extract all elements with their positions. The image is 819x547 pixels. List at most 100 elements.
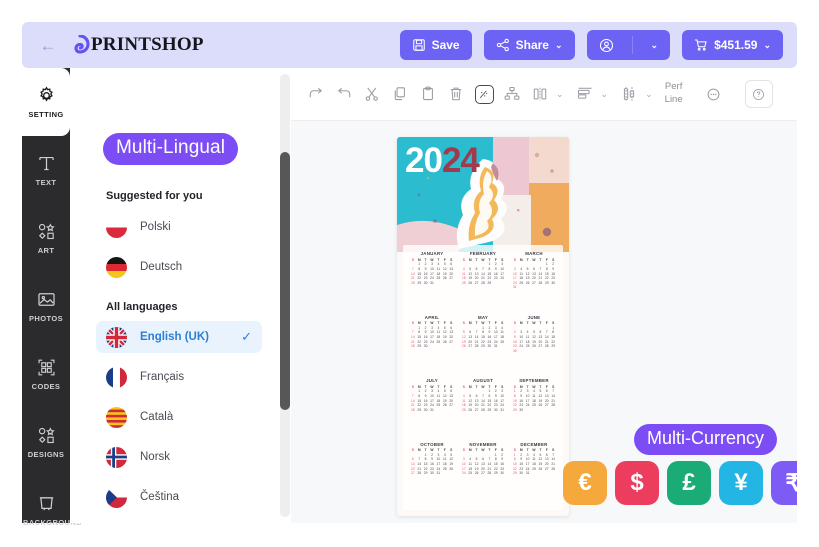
- panel-scrollbar[interactable]: [280, 74, 290, 517]
- list-item-english-uk[interactable]: English (UK) ✓: [96, 321, 262, 353]
- calendar-month: JUNE S M T W T F S 1 2 3 4 5 6 7 8 9 10 11 12 13 14 15 16 17 18 19…: [509, 315, 559, 378]
- gear-icon: [36, 85, 57, 106]
- list-item-norsk[interactable]: Norsk: [96, 441, 262, 473]
- chevron-down-icon[interactable]: ⌄: [555, 89, 570, 100]
- calendar-month: FEBRUARY S M T W T F S 1 2 3 4 5 6 7 8 9 10 11 12 13 14 15 16 17…: [458, 251, 508, 314]
- list-item[interactable]: Deutsch: [96, 251, 262, 283]
- calendar-month-name: SEPTEMBER: [519, 378, 549, 383]
- list-item-catala[interactable]: Català: [96, 401, 262, 433]
- chevron-down-icon[interactable]: ⌄: [600, 89, 615, 100]
- chevron-down-icon[interactable]: ⌄: [644, 89, 659, 100]
- crop-fill-icon-wrap[interactable]: [471, 79, 497, 109]
- perf-line-label-2: Line: [664, 94, 683, 105]
- list-item-label: Polski: [140, 221, 171, 233]
- calendar-month-table: S M T W T F S 1 2 3 4 5 6 7 8 9 10 11 12 13 14 15 16 17 18 19 20 21…: [410, 257, 453, 285]
- group-icon[interactable]: [499, 79, 525, 109]
- scissors-icon[interactable]: [359, 79, 385, 109]
- user-circle-icon[interactable]: [587, 30, 626, 60]
- calendar-month-name: DECEMBER: [520, 441, 548, 447]
- calendar-month-name: NOVEMBER: [469, 441, 497, 447]
- sidebar-item-codes[interactable]: CODES: [22, 340, 70, 408]
- share-label: Share: [515, 38, 549, 52]
- calendar-month: APRIL S M T W T F S 1 2 3 4 5 6 7 8 9 10 11 12 13 14 15 16 17 18 1…: [407, 315, 457, 378]
- sidebar-item-photos[interactable]: PHOTOS: [22, 272, 70, 340]
- printshop-editor: ← PRINTSHOP Save Share ⌄ ⌄ $451.59 ⌄ SET…: [0, 0, 819, 547]
- image-icon: [36, 289, 57, 310]
- share-button[interactable]: Share ⌄: [483, 30, 575, 60]
- account-button[interactable]: ⌄: [586, 30, 671, 60]
- calendar-month-table: S M T W T F S 1 2 3 4 5 6 7 8 9 10 11 12 13 14 15 16 17 18 19 20 21…: [461, 448, 504, 476]
- all-language-list: English (UK) ✓ Français Català Norsk Češ…: [96, 321, 262, 513]
- help-circle-icon[interactable]: [744, 80, 773, 108]
- list-item[interactable]: Polski: [96, 211, 262, 243]
- editor-toolbar: ⌄ ⌄ ⌄ Perf Line: [291, 68, 797, 121]
- align-distribute-icon[interactable]: [572, 79, 598, 109]
- flag-czech-icon: [106, 486, 127, 508]
- paste-icon[interactable]: [415, 79, 441, 109]
- save-label: Save: [431, 38, 460, 52]
- scrollbar-thumb[interactable]: [280, 152, 290, 410]
- calendar-month-table: S M T W T F S 1 2 3 4 5 6 7 8 9 10 11 12 13 14 15 16 17 18 19 20 21…: [410, 384, 453, 412]
- align-horizontal-icon[interactable]: [527, 79, 553, 109]
- calendar-poster[interactable]: 2024 JANUARY S M T W T F S 1 2 3 4 5 6 7 8 9 10 11 12 13 14 15…: [397, 137, 569, 516]
- sidebar-item-art[interactable]: ART: [22, 204, 70, 272]
- sidebar-item-setting[interactable]: SETTING: [22, 68, 70, 136]
- crop-fill-icon[interactable]: [474, 84, 494, 104]
- copy-icon[interactable]: [387, 79, 413, 109]
- sidebar-item-label: TEXT: [35, 177, 57, 187]
- list-item-francais[interactable]: Français: [96, 361, 262, 393]
- calendar-month-name: OCTOBER: [420, 441, 444, 447]
- arrow-left-icon[interactable]: ←: [38, 35, 58, 55]
- indian-rupee-chip: ₹: [771, 461, 797, 505]
- calendar-sheet: JANUARY S M T W T F S 1 2 3 4 5 6 7 8 9 10 11 12 13 14 15 16 17 1…: [403, 245, 563, 510]
- calendar-month: JANUARY S M T W T F S 1 2 3 4 5 6 7 8 9 10 11 12 13 14 15 16 17 1…: [407, 251, 457, 314]
- calendar-month-table: S M T W T F S 1 2 3 4 5 6 7 8 9 10 11 12 13 14 15 16 17 18 19 20 21…: [512, 448, 555, 476]
- calendar-month-name: JULY: [426, 378, 438, 383]
- button-divider: [631, 36, 633, 54]
- align-vertical-icon[interactable]: [616, 79, 642, 109]
- perf-line-label-1: Perf: [664, 81, 683, 93]
- shapes-icon: [36, 425, 57, 446]
- list-item-label: Čeština: [140, 491, 179, 503]
- check-icon: ✓: [241, 329, 252, 344]
- all-languages-title: All languages: [106, 301, 178, 313]
- calendar-month: MAY S M T W T F S 1 2 3 4 5 6 7 8 9 10 11 12 13 14 15 16 17 18 19 2…: [458, 315, 508, 378]
- design-canvas[interactable]: 2024 JANUARY S M T W T F S 1 2 3 4 5 6 7 8 9 10 11 12 13 14 15…: [291, 121, 797, 523]
- undo-icon[interactable]: [331, 79, 357, 109]
- more-horizontal-icon[interactable]: [701, 79, 727, 109]
- dollar-chip: $: [615, 461, 659, 505]
- chevron-down-icon: ⌄: [554, 39, 563, 50]
- qr-code-icon: [36, 357, 57, 378]
- calendar-month-name: JUNE: [527, 314, 541, 320]
- flag-france-icon: [106, 366, 127, 388]
- poster-year-second: 24: [441, 141, 480, 180]
- sidebar-item-background[interactable]: BACKGROUND: [22, 476, 82, 544]
- list-item-label: Deutsch: [140, 261, 183, 273]
- calendar-month: MARCH S M T W T F S 1 2 3 4 5 6 7 8 9 10 11 12 13 14 15 16 17 18 1…: [509, 251, 559, 314]
- sidebar-item-label: SETTING: [28, 109, 64, 119]
- calendar-month-name: MARCH: [525, 251, 543, 256]
- redo-icon[interactable]: [303, 79, 329, 109]
- euro-chip: €: [563, 461, 607, 505]
- currency-chip-row: € $ £ ¥ ₹: [563, 461, 797, 505]
- list-item-label: Français: [140, 371, 185, 383]
- save-button[interactable]: Save: [399, 30, 472, 60]
- printshop-logo-icon: [70, 34, 90, 55]
- perf-line-button[interactable]: Perf Line: [661, 81, 687, 107]
- sidebar-item-text[interactable]: TEXT: [22, 136, 70, 204]
- sidebar-item-label: ART: [37, 245, 55, 255]
- list-item-cestina[interactable]: Čeština: [96, 481, 262, 513]
- cart-button[interactable]: $451.59 ⌄: [682, 30, 783, 60]
- left-sidebar: SETTING TEXT ART PHOTOS CODES DESIGNS BA…: [22, 68, 82, 526]
- account-chevron-down-icon[interactable]: ⌄: [639, 30, 671, 60]
- trash-icon[interactable]: [443, 79, 469, 109]
- calendar-month-name: JANUARY: [420, 251, 444, 256]
- sidebar-item-designs[interactable]: DESIGNS: [22, 408, 70, 476]
- share-nodes-icon: [496, 38, 510, 52]
- poster-artwork: 2024: [397, 137, 569, 252]
- brand-name: PRINTSHOP: [91, 34, 204, 55]
- suggested-title: Suggested for you: [106, 190, 203, 202]
- flag-catalonia-icon: [106, 406, 127, 428]
- brand[interactable]: PRINTSHOP: [70, 34, 204, 56]
- calendar-month-table: S M T W T F S 1 2 3 4 5 6 7 8 9 10 11 12 13 14 15 16 17 18 19 20 21…: [461, 321, 504, 349]
